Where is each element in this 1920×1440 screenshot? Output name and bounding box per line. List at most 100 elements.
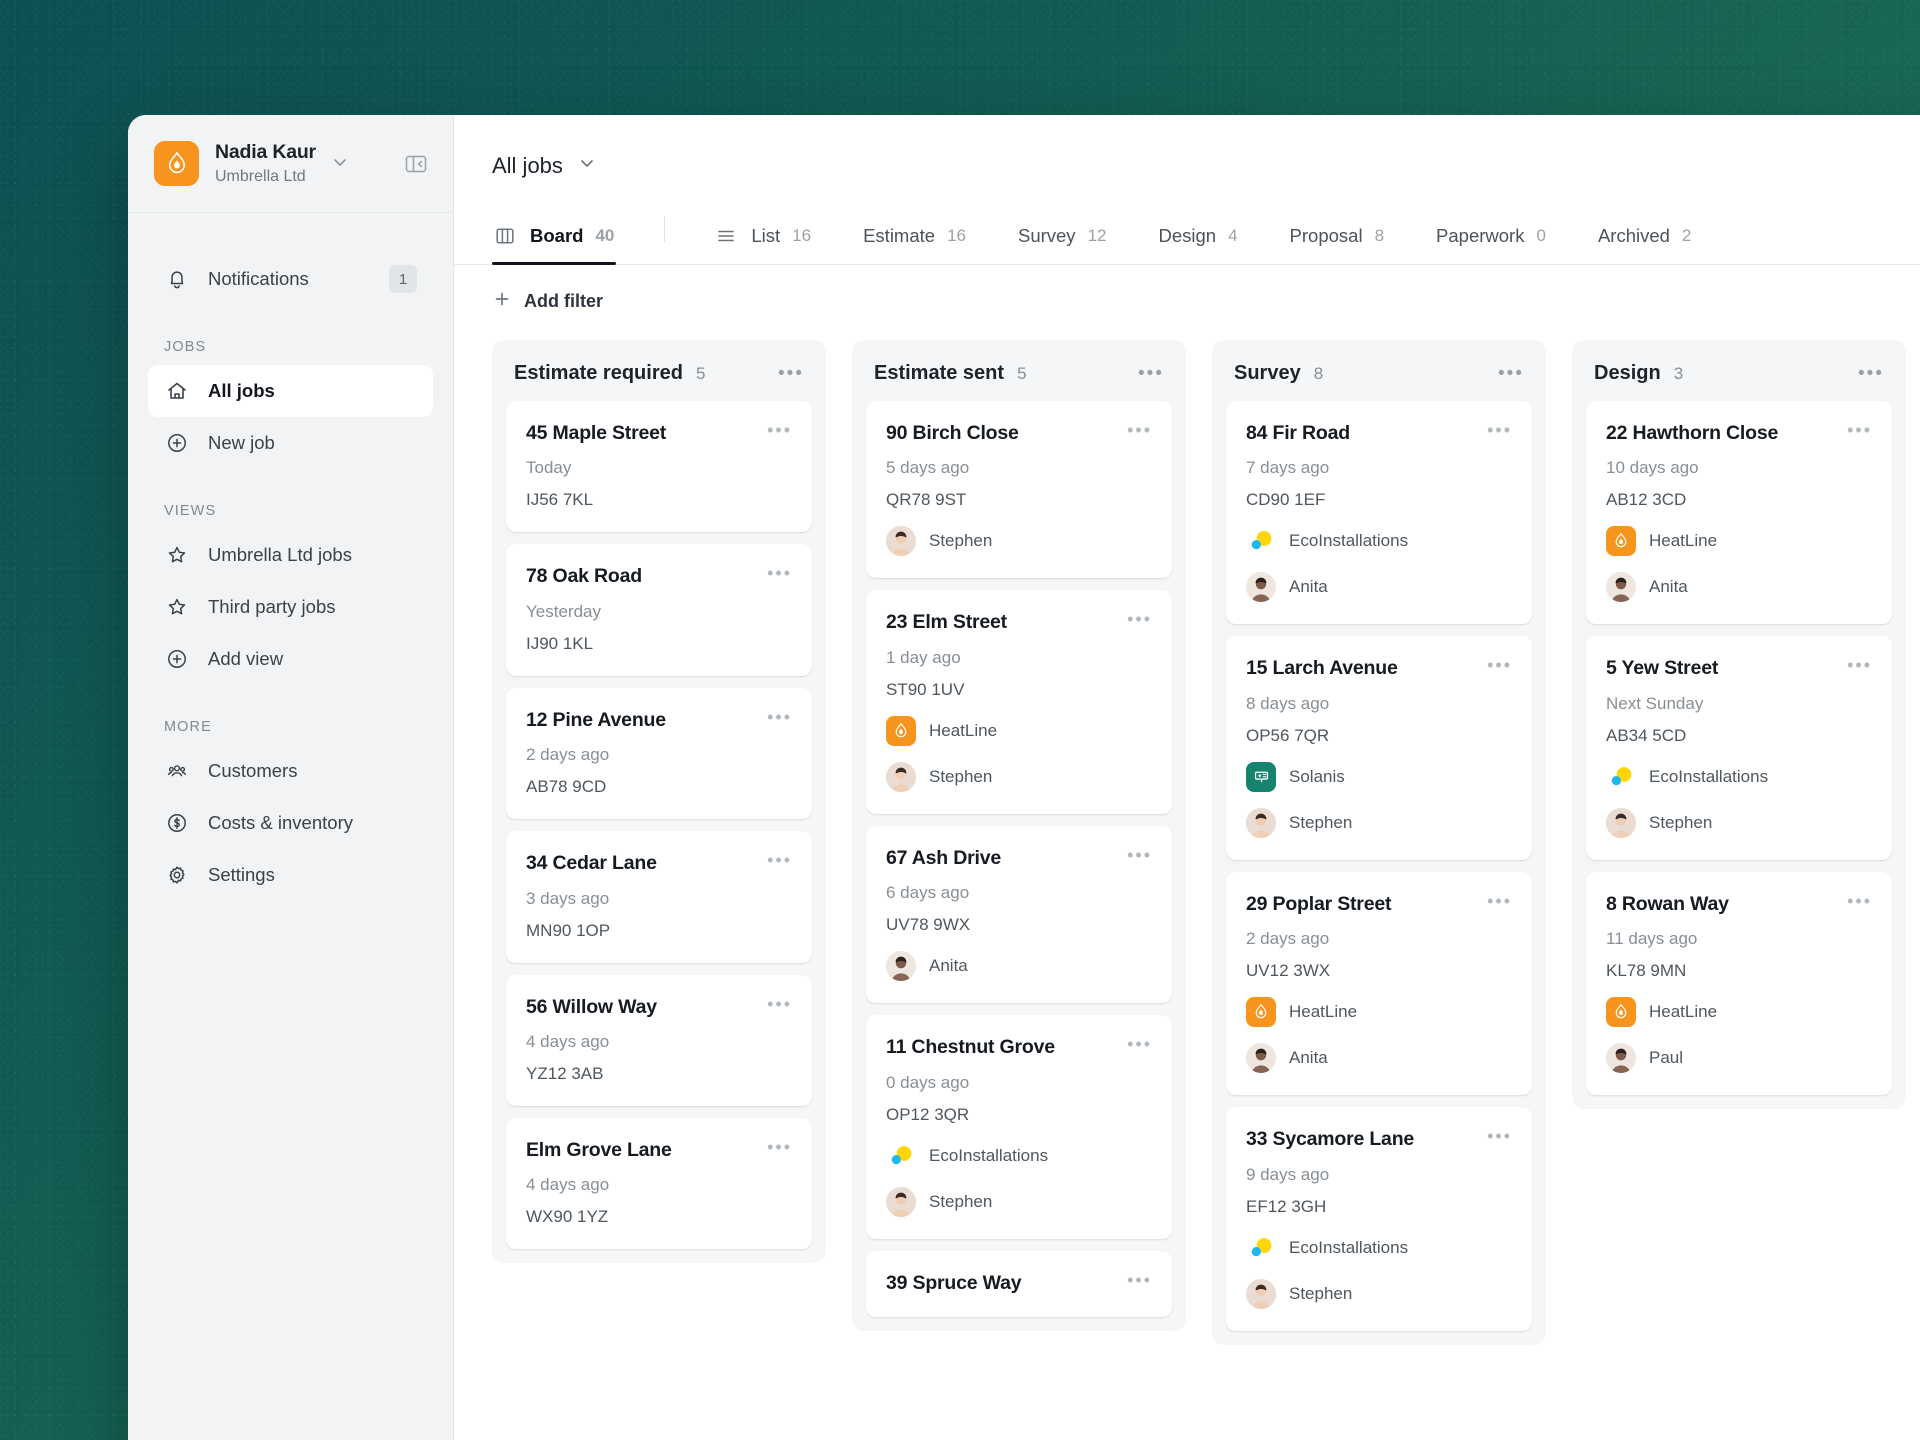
column-menu-button[interactable]: ••• bbox=[1498, 364, 1524, 383]
job-card[interactable]: 78 Oak Road ••• Yesterday IJ90 1KL bbox=[506, 544, 812, 676]
sidebar-item-all-jobs[interactable]: All jobs bbox=[148, 365, 433, 417]
tab-proposal[interactable]: Proposal 8 bbox=[1288, 208, 1386, 264]
job-meta-row: Stephen bbox=[1246, 807, 1512, 838]
sidebar-item-label: New job bbox=[208, 432, 275, 453]
job-card-menu-button[interactable]: ••• bbox=[1477, 1127, 1512, 1145]
job-meta-label: HeatLine bbox=[1649, 1002, 1718, 1022]
avatar bbox=[1606, 1043, 1636, 1074]
job-postcode: IJ90 1KL bbox=[526, 633, 594, 653]
sidebar-item-customers[interactable]: Customers bbox=[148, 745, 433, 797]
view-selector[interactable]: All jobs bbox=[492, 153, 597, 179]
job-meta-row: HeatLine bbox=[1606, 997, 1872, 1028]
plus-circle-icon bbox=[164, 646, 190, 672]
notifications-badge: 1 bbox=[389, 265, 417, 293]
job-card-menu-button[interactable]: ••• bbox=[1837, 656, 1872, 674]
job-date: 0 days ago bbox=[886, 1072, 970, 1092]
job-date: Yesterday bbox=[526, 601, 601, 621]
tab-archived[interactable]: Archived 2 bbox=[1596, 208, 1693, 264]
job-date: 1 day ago bbox=[886, 647, 961, 667]
job-meta-row: HeatLine bbox=[1606, 526, 1872, 557]
job-card[interactable]: 56 Willow Way ••• 4 days ago YZ12 3AB bbox=[506, 974, 812, 1106]
column-menu-button[interactable]: ••• bbox=[1138, 364, 1164, 383]
job-card-header: 5 Yew Street ••• bbox=[1606, 656, 1872, 680]
job-card-menu-button[interactable]: ••• bbox=[757, 708, 792, 726]
job-card[interactable]: 45 Maple Street ••• Today IJ56 7KL bbox=[506, 401, 812, 533]
job-card-menu-button[interactable]: ••• bbox=[757, 995, 792, 1013]
job-card-menu-button[interactable]: ••• bbox=[1837, 892, 1872, 910]
sidebar-group-jobs-label: JOBS bbox=[164, 339, 207, 355]
job-card-menu-button[interactable]: ••• bbox=[1117, 1035, 1152, 1053]
job-meta-label: Stephen bbox=[929, 1191, 993, 1211]
job-postcode: AB34 5CD bbox=[1606, 725, 1687, 745]
column-menu-button[interactable]: ••• bbox=[1858, 364, 1884, 383]
tab-board[interactable]: Board 40 bbox=[492, 208, 617, 265]
job-card-header: 22 Hawthorn Close ••• bbox=[1606, 421, 1872, 445]
job-card[interactable]: 29 Poplar Street ••• 2 days ago UV12 3WX Hea… bbox=[1226, 871, 1532, 1096]
column-menu-button[interactable]: ••• bbox=[778, 364, 804, 383]
job-card-menu-button[interactable]: ••• bbox=[757, 851, 792, 869]
collapse-sidebar-button[interactable] bbox=[401, 149, 431, 179]
job-card-menu-button[interactable]: ••• bbox=[757, 1138, 792, 1156]
job-postcode: CD90 1EF bbox=[1246, 490, 1326, 510]
job-meta-label: Anita bbox=[1289, 577, 1328, 597]
job-card[interactable]: 5 Yew Street ••• Next Sunday AB34 5CD EcoIns… bbox=[1586, 636, 1892, 860]
sidebar-item-new-job[interactable]: New job bbox=[148, 417, 433, 469]
gear-icon bbox=[164, 862, 190, 888]
job-meta-row: Stephen bbox=[886, 1186, 1152, 1217]
job-card[interactable]: 11 Chestnut Grove ••• 0 days ago OP12 3QR Ec… bbox=[866, 1015, 1172, 1239]
job-card-menu-button[interactable]: ••• bbox=[1477, 421, 1512, 439]
kanban-board: Estimate required 5 ••• 45 Maple Street ••• T… bbox=[454, 314, 1920, 1440]
job-card[interactable]: 84 Fir Road ••• 7 days ago CD90 1EF EcoInsta… bbox=[1226, 401, 1532, 625]
avatar bbox=[886, 526, 916, 557]
job-card[interactable]: Elm Grove Lane ••• 4 days ago WX90 1YZ bbox=[506, 1117, 812, 1250]
job-card[interactable]: 8 Rowan Way ••• 11 days ago KL78 9MN HeatLin… bbox=[1586, 871, 1892, 1096]
sidebar-item-costs-inventory[interactable]: Costs & inventory bbox=[148, 797, 433, 849]
tab-design[interactable]: Design 4 bbox=[1156, 208, 1239, 264]
tab-list[interactable]: List 16 bbox=[713, 208, 813, 264]
people-icon bbox=[164, 758, 190, 784]
job-card[interactable]: 90 Birch Close ••• 5 days ago QR78 9ST Steph… bbox=[866, 401, 1172, 579]
tab-paperwork[interactable]: Paperwork 0 bbox=[1434, 208, 1548, 264]
job-meta-row: Anita bbox=[886, 951, 1152, 982]
job-card[interactable]: 39 Spruce Way ••• bbox=[866, 1250, 1172, 1317]
job-card[interactable]: 15 Larch Avenue ••• 8 days ago OP56 7QR Sola… bbox=[1226, 636, 1532, 860]
sidebar-item-notifications[interactable]: Notifications 1 bbox=[148, 253, 433, 305]
job-card[interactable]: 23 Elm Street ••• 1 day ago ST90 1UV HeatLin… bbox=[866, 590, 1172, 814]
column-header: Estimate required 5 ••• bbox=[492, 340, 826, 401]
job-card-menu-button[interactable]: ••• bbox=[1117, 610, 1152, 628]
job-card[interactable]: 33 Sycamore Lane ••• 9 days ago EF12 3GH Eco… bbox=[1226, 1107, 1532, 1331]
job-card[interactable]: 34 Cedar Lane ••• 3 days ago MN90 1OP bbox=[506, 831, 812, 963]
job-card-menu-button[interactable]: ••• bbox=[1117, 1271, 1152, 1289]
job-card[interactable]: 12 Pine Avenue ••• 2 days ago AB78 9CD bbox=[506, 687, 812, 820]
job-meta-row: Stephen bbox=[1246, 1278, 1512, 1309]
tab-estimate[interactable]: Estimate 16 bbox=[861, 208, 968, 264]
sidebar-item-umbrella-ltd-jobs[interactable]: Umbrella Ltd jobs bbox=[148, 529, 433, 581]
job-card-menu-button[interactable]: ••• bbox=[757, 564, 792, 582]
job-card-menu-button[interactable]: ••• bbox=[1837, 421, 1872, 439]
board-column: Design 3 ••• 22 Hawthorn Close ••• 10 days ag… bbox=[1572, 340, 1906, 1110]
job-address: 90 Birch Close bbox=[886, 422, 1019, 444]
job-card-menu-button[interactable]: ••• bbox=[1117, 846, 1152, 864]
job-card-menu-button[interactable]: ••• bbox=[1477, 656, 1512, 674]
column-header: Survey 8 ••• bbox=[1212, 340, 1546, 401]
column-title: Survey bbox=[1234, 362, 1301, 384]
app-window: Nadia Kaur Umbrella Ltd Notifications 1 … bbox=[128, 115, 1920, 1440]
job-meta-row: EcoInstallations bbox=[1246, 526, 1512, 556]
panel-icon bbox=[1246, 761, 1276, 792]
add-filter-button[interactable]: Add filter bbox=[492, 289, 603, 314]
job-card[interactable]: 67 Ash Drive ••• 6 days ago UV78 9WX Anita bbox=[866, 825, 1172, 1004]
job-address: Elm Grove Lane bbox=[526, 1138, 672, 1161]
column-header: Estimate sent 5 ••• bbox=[852, 340, 1186, 401]
sidebar-item-third-party-jobs[interactable]: Third party jobs bbox=[148, 581, 433, 633]
job-card-menu-button[interactable]: ••• bbox=[1477, 892, 1512, 910]
job-meta-row: Stephen bbox=[1606, 807, 1872, 838]
sidebar-nav: Notifications 1 JOBS All jobs New job VI… bbox=[128, 213, 453, 1440]
tab-survey[interactable]: Survey 12 bbox=[1016, 208, 1109, 264]
job-card[interactable]: 22 Hawthorn Close ••• 10 days ago AB12 3CD H… bbox=[1586, 401, 1892, 625]
sidebar-item-add-view[interactable]: Add view bbox=[148, 633, 433, 685]
sidebar-item-settings[interactable]: Settings bbox=[148, 849, 433, 901]
job-card-menu-button[interactable]: ••• bbox=[757, 421, 792, 439]
job-meta-label: Stephen bbox=[1649, 812, 1713, 832]
workspace-switcher[interactable]: Nadia Kaur Umbrella Ltd bbox=[128, 115, 453, 213]
job-card-menu-button[interactable]: ••• bbox=[1117, 421, 1152, 439]
